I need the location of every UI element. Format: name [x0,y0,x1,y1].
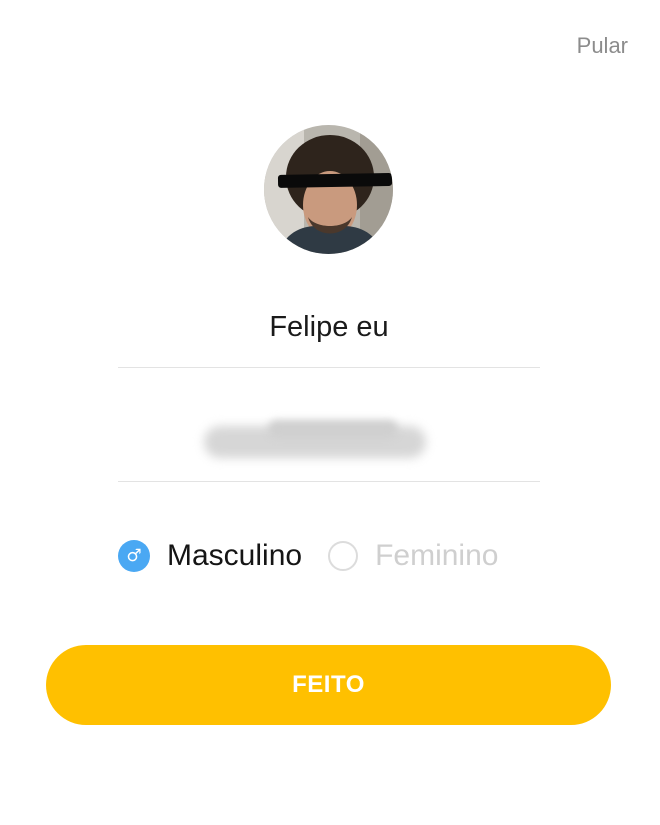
avatar[interactable] [264,125,393,254]
done-button[interactable]: FEITO [46,645,611,725]
redacted-value-overlay [268,420,398,438]
male-symbol-icon[interactable]: ♂ [118,540,150,572]
profile-setup-screen: Pular Felipe eu ♂ Masculino Feminino FEI… [0,0,660,825]
skip-button[interactable]: Pular [577,33,628,59]
gender-label-female: Feminino [375,539,499,572]
birthday-field[interactable] [118,400,540,482]
gender-option-male[interactable]: ♂ Masculino [118,539,302,573]
gender-option-female[interactable]: Feminino [328,539,498,573]
gender-selector: ♂ Masculino Feminino [118,533,498,579]
avatar-photo [264,125,393,254]
gender-label-male: Masculino [167,539,303,572]
name-input[interactable]: Felipe eu [118,296,540,368]
radio-empty-icon[interactable] [328,541,359,571]
